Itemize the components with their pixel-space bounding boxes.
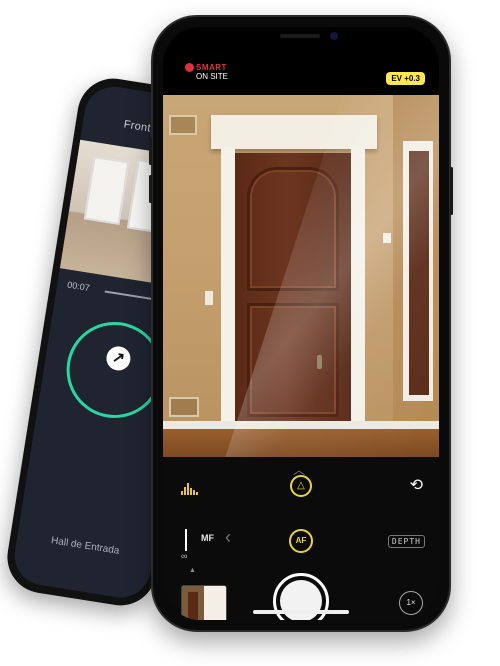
logo-dot-icon — [185, 63, 194, 73]
brand-logo: SMART ON SITE — [185, 63, 228, 81]
exposure-badge[interactable]: EV +0.3 — [386, 72, 425, 85]
gallery-thumbnail[interactable] — [181, 585, 227, 620]
viewfinder[interactable] — [163, 95, 439, 457]
up-triangle-icon: ▲ — [189, 567, 196, 574]
depth-button[interactable]: DEPTH — [387, 535, 425, 548]
chevron-left-icon[interactable]: ‹ — [225, 527, 231, 548]
window-shape — [83, 156, 130, 225]
shutter-inner[interactable] — [280, 580, 322, 620]
notch — [236, 27, 366, 49]
volume-down-button — [149, 175, 152, 203]
infinity-label: ∞ — [181, 551, 188, 561]
door-handle — [317, 355, 322, 369]
logo-line1: SMART — [196, 63, 227, 72]
baseboard — [163, 421, 439, 429]
camera-controls: ︿ △ ⟲ ∞ MF ‹ AF DEPTH ▲ 1× — [163, 457, 439, 620]
playback-time: 00:07 — [66, 279, 91, 293]
door-trim-right — [351, 147, 365, 437]
main-door — [235, 153, 351, 437]
focus-slider-bar[interactable] — [185, 529, 187, 551]
speaker-grill — [280, 34, 320, 38]
autofocus-button[interactable]: AF — [289, 529, 313, 553]
door-header-trim — [211, 115, 377, 149]
door-panel-top — [247, 167, 339, 291]
floor — [163, 429, 439, 457]
power-button — [450, 167, 453, 215]
thermostat-shape — [383, 233, 391, 243]
back-phone-footer: Hall de Entrada — [50, 535, 121, 557]
front-camera-icon — [330, 32, 338, 40]
volume-up-button — [149, 137, 152, 165]
side-door — [409, 151, 429, 395]
front-phone: SMART ON SITE EV +0.3 ︿ △ ⟲ ∞ MF ‹ AF DE… — [149, 15, 453, 632]
vent-shape — [169, 115, 197, 135]
manual-focus-label[interactable]: MF — [201, 533, 214, 543]
logo-line2: ON SITE — [196, 72, 229, 82]
door-trim-left — [221, 147, 235, 437]
camera-screen: SMART ON SITE EV +0.3 ︿ △ ⟲ ∞ MF ‹ AF DE… — [163, 27, 439, 620]
light-switch-shape — [205, 291, 213, 305]
triangle-icon[interactable]: △ — [290, 475, 312, 497]
thumbnail-door — [188, 592, 198, 620]
focus-slider[interactable]: ∞ — [179, 529, 193, 561]
vent-shape — [169, 397, 199, 417]
door-panel-bottom — [247, 303, 339, 417]
thumbnail-image-right — [204, 586, 226, 620]
zoom-button[interactable]: 1× — [399, 591, 423, 615]
rotate-camera-icon[interactable]: ⟲ — [410, 475, 423, 495]
home-indicator[interactable] — [253, 610, 349, 614]
histogram-icon[interactable] — [181, 477, 199, 495]
